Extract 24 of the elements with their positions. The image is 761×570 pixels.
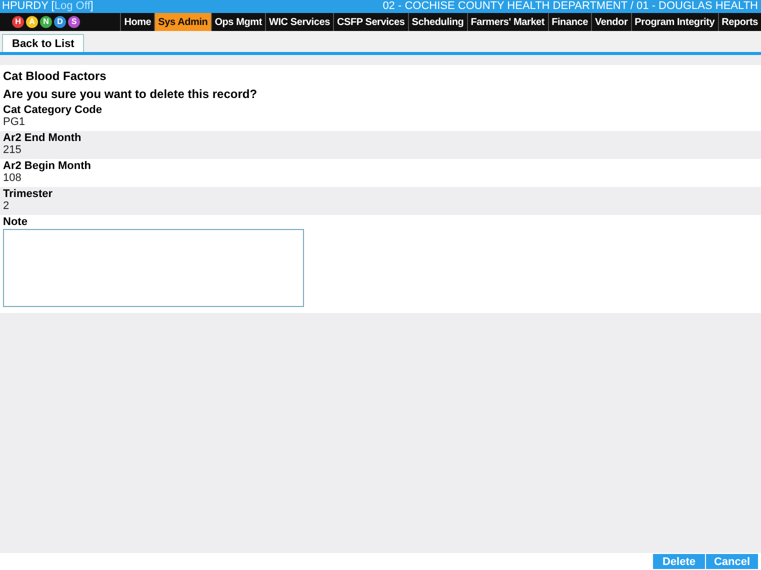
field-label: Cat Category Code — [3, 104, 104, 116]
back-to-list-button[interactable]: Back to List — [2, 34, 84, 52]
field-value: 108 — [3, 172, 22, 184]
field-label: Note — [3, 216, 28, 228]
field-value: PG1 — [3, 116, 26, 128]
record-title: Cat Blood Factors — [2, 68, 108, 85]
note-field[interactable] — [3, 229, 304, 307]
nav-tab[interactable]: Sys Admin — [154, 13, 211, 31]
field-label: Ar2 Begin Month — [3, 160, 92, 172]
field-value: 215 — [3, 144, 22, 156]
location-text: 02 - COCHISE COUNTY HEALTH DEPARTMENT / 01 - DOUGLAS HEALTH — [382, 0, 758, 13]
nav-tab[interactable]: Program Integrity — [630, 13, 718, 31]
nav-tab[interactable]: Reports — [718, 13, 761, 31]
nav-tab[interactable]: WIC Services — [264, 13, 333, 31]
nav-tab[interactable]: Farmers' Market — [466, 13, 548, 31]
field-value: 2 — [3, 200, 10, 212]
nav-tab[interactable]: Ops Mgmt — [210, 13, 265, 31]
logo-drawing: H A N D S — [12, 14, 82, 30]
field-label: Trimester — [3, 188, 54, 200]
nav-tab[interactable]: Finance — [548, 13, 591, 31]
nav-tab[interactable]: Vendor — [590, 13, 631, 31]
user-name: HPURDY [Log Off] — [2, 0, 94, 13]
confirm-prompt: Are you sure you want to delete this record? — [2, 86, 258, 103]
field-label: Ar2 End Month — [3, 132, 82, 144]
